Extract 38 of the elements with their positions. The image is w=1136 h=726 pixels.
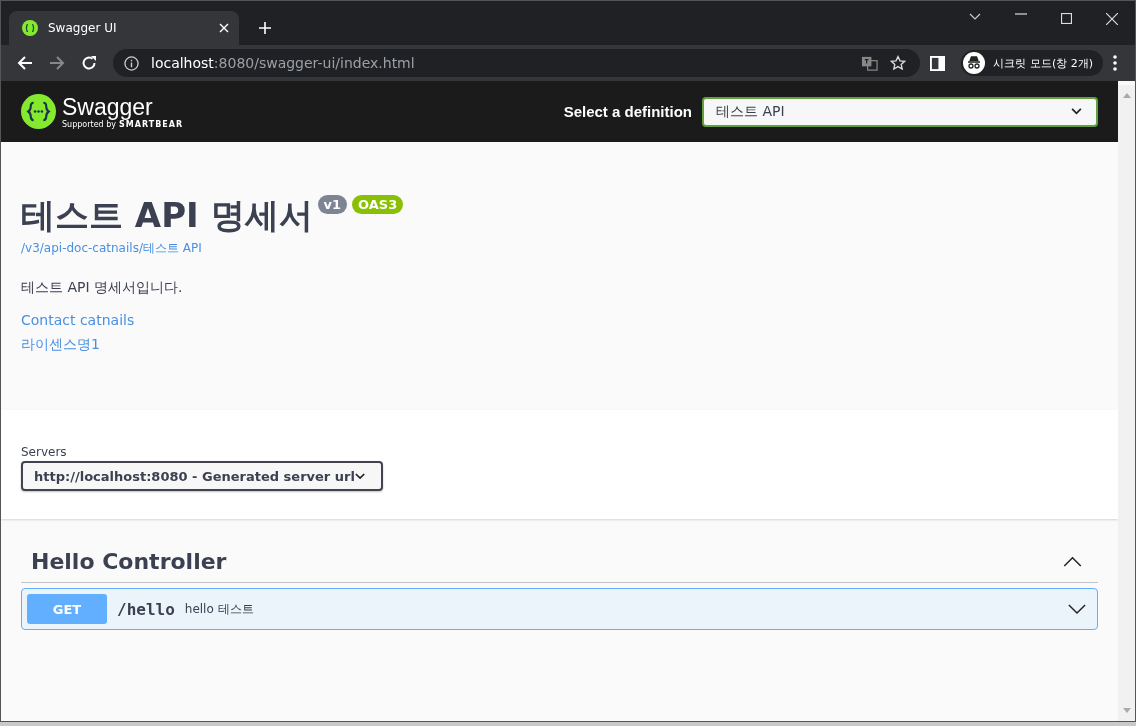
- more-menu-icon[interactable]: [1113, 55, 1117, 71]
- incognito-profile-button[interactable]: 시크릿 모드(창 2개): [961, 50, 1103, 76]
- back-arrow-icon[interactable]: [17, 55, 33, 71]
- tag-header[interactable]: Hello Controller: [21, 549, 1098, 583]
- side-panel-icon[interactable]: [930, 55, 946, 71]
- definition-select[interactable]: 테스트 API: [702, 96, 1098, 127]
- star-icon[interactable]: [890, 55, 907, 71]
- chevron-icon: [1063, 556, 1082, 567]
- logo-tagline: Supported by: [62, 120, 116, 129]
- info-icon: [124, 55, 139, 71]
- servers-label: Servers: [21, 445, 67, 459]
- address-bar[interactable]: localhost:8080/swagger-ui/index.html: [113, 49, 921, 77]
- chevron-down-icon[interactable]: [969, 13, 981, 21]
- endpoint-path: /hello: [117, 599, 175, 619]
- swagger-logo-icon: [21, 94, 56, 129]
- reload-icon[interactable]: [81, 55, 97, 71]
- definition-label: Select a definition: [563, 103, 692, 120]
- api-title: 테스트 API 명세서: [21, 194, 313, 237]
- close-icon[interactable]: [1106, 13, 1118, 25]
- api-description: 테스트 API 명세서입니다.: [21, 279, 183, 297]
- servers-select[interactable]: http://localhost:8080 - Generated server url: [21, 461, 383, 491]
- translate-icon[interactable]: [861, 54, 879, 72]
- maximize-icon[interactable]: [1061, 13, 1072, 24]
- operation-row[interactable]: GET /hello hello 테스트: [21, 588, 1098, 630]
- swagger-logo-icon: [22, 20, 38, 36]
- method-badge: GET: [27, 594, 107, 624]
- version-badge: OAS3: [352, 195, 404, 214]
- chevron-down-icon: [354, 472, 365, 480]
- logo-wordmark: Swagger: [62, 94, 154, 120]
- url-text: localhost:8080/swagger-ui/index.html: [151, 55, 415, 71]
- forward-arrow-icon[interactable]: [49, 55, 65, 71]
- version-badge: v1: [317, 195, 348, 214]
- endpoint-summary: hello 테스트: [184, 600, 254, 618]
- chevron-down-icon: [1071, 108, 1082, 115]
- plus-icon[interactable]: [259, 22, 271, 34]
- incognito-icon: [963, 52, 986, 74]
- browser-tab[interactable]: Swagger UI: [9, 11, 239, 45]
- logo-brand: SMARTBEAR: [119, 120, 184, 129]
